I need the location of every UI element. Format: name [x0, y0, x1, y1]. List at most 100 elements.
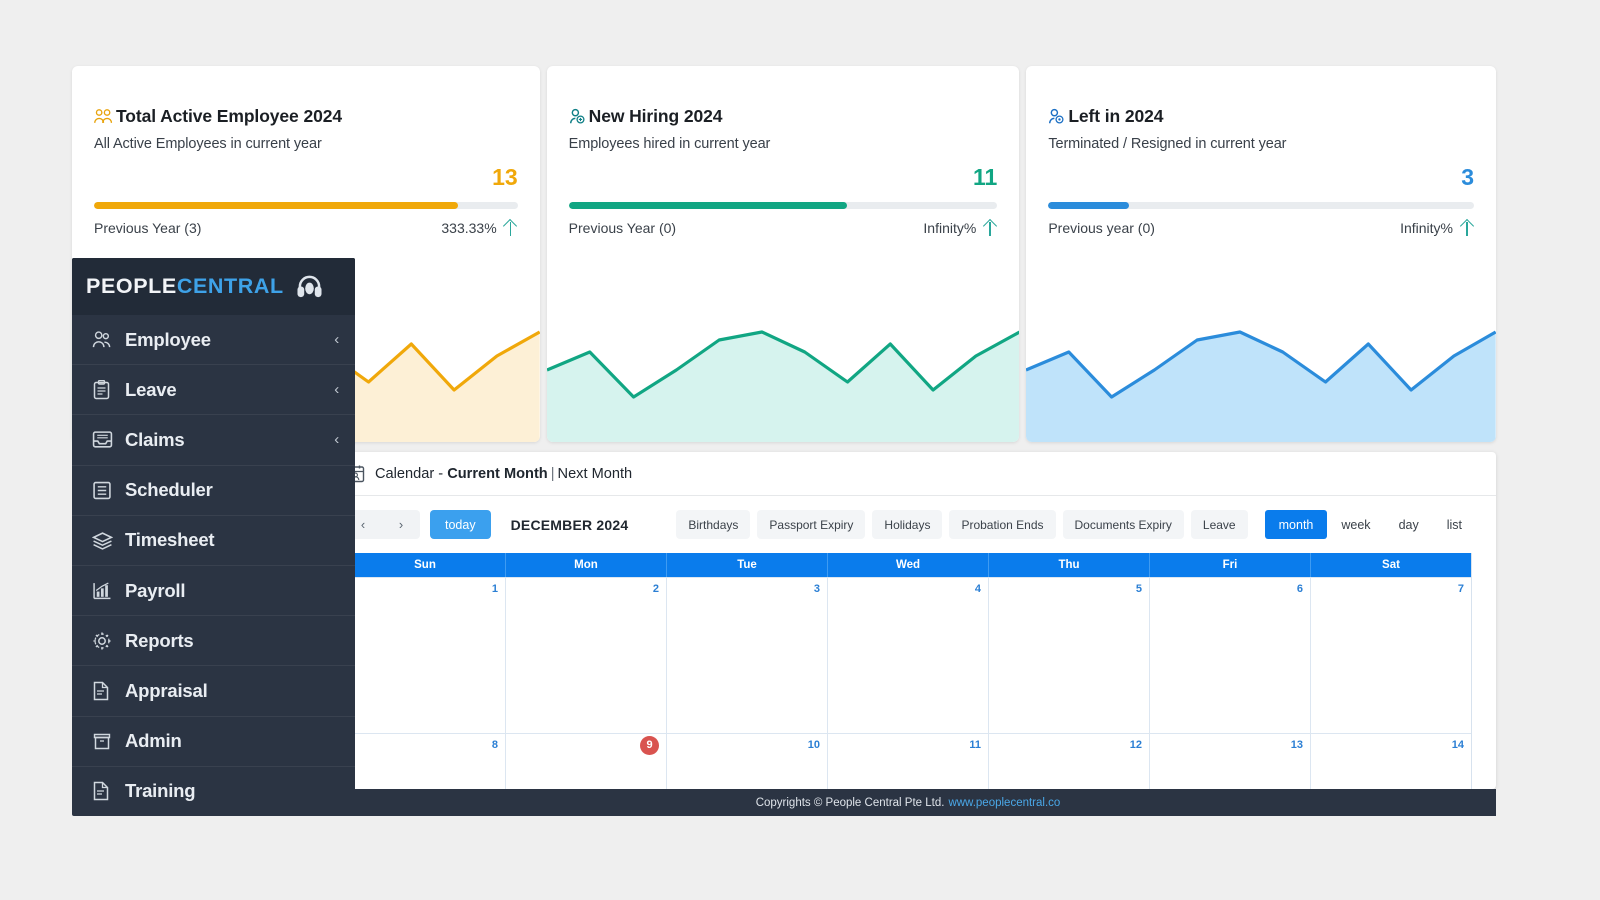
- view-week-button[interactable]: week: [1327, 510, 1385, 539]
- kpi-percent: 333.33%: [441, 220, 497, 236]
- calendar-view-group: month week day list: [1264, 510, 1476, 539]
- kpi-subtitle: Terminated / Resigned in current year: [1048, 136, 1287, 152]
- calendar-day-cell[interactable]: 10: [667, 734, 828, 789]
- sidebar-item-employee[interactable]: Employee ‹: [72, 315, 355, 366]
- brand-logo[interactable]: PEOPLECENTRAL: [72, 258, 355, 315]
- sidebar-item-claims[interactable]: Claims ‹: [72, 415, 355, 466]
- sidebar-item-appraisal[interactable]: Appraisal: [72, 666, 355, 717]
- calendar-panel: Calendar - Current Month | Next Month ‹ › …: [320, 452, 1496, 789]
- day-number: 6: [1296, 583, 1303, 595]
- calendar-day-cell[interactable]: 5: [989, 578, 1150, 733]
- kpi-previous-year: Previous year (0): [1048, 220, 1155, 236]
- day-number: 11: [969, 739, 981, 751]
- calendar-filter-group: Birthdays Passport Expiry Holidays Proba…: [676, 510, 1248, 539]
- inbox-icon: [92, 430, 118, 449]
- filter-documents-expiry[interactable]: Documents Expiry: [1062, 510, 1184, 539]
- day-number: 13: [1290, 739, 1303, 751]
- two-users-icon: [94, 108, 113, 125]
- sidebar-item-admin[interactable]: Admin: [72, 717, 355, 767]
- filter-passport-expiry[interactable]: Passport Expiry: [757, 510, 866, 539]
- view-list-button[interactable]: list: [1432, 510, 1476, 539]
- sidebar-item-label: Admin: [125, 730, 182, 752]
- calendar-nav-group: ‹ ›: [344, 510, 420, 539]
- calendar-day-cell[interactable]: 2: [506, 578, 667, 733]
- user-add-icon: [569, 108, 586, 125]
- kpi-percent: Infinity%: [923, 220, 977, 236]
- list-icon: [92, 481, 118, 500]
- kpi-progress-bar: [1048, 202, 1474, 209]
- sparkline-chart-left: [1026, 292, 1496, 442]
- sidebar-item-leave[interactable]: Leave ‹: [72, 365, 355, 416]
- day-number: 2: [652, 583, 659, 595]
- calendar-day-cell[interactable]: 1: [345, 578, 506, 733]
- filter-leave[interactable]: Leave: [1190, 510, 1248, 539]
- view-month-button[interactable]: month: [1264, 510, 1328, 539]
- calendar-today-button[interactable]: today: [430, 510, 491, 539]
- day-header-thu: Thu: [989, 553, 1150, 577]
- users-icon: [92, 330, 118, 349]
- calendar-day-cell[interactable]: 7: [1311, 578, 1471, 733]
- calendar-current-month-link[interactable]: Current Month: [447, 466, 548, 482]
- kpi-value: 3: [1461, 164, 1474, 190]
- calendar-day-cell[interactable]: 8: [345, 734, 506, 789]
- company-website-link[interactable]: www.peoplecentral.co: [948, 797, 1060, 809]
- calendar-day-cell[interactable]: 12: [989, 734, 1150, 789]
- document-icon: [92, 681, 118, 701]
- user-remove-icon: [1048, 108, 1065, 125]
- sidebar-item-label: Employee: [125, 328, 211, 350]
- sidebar-item-label: Timesheet: [125, 529, 215, 551]
- sidebar-item-label: Reports: [125, 629, 194, 651]
- kpi-card-left-in-year: Left in 2024 Terminated / Resigned in cu…: [1026, 66, 1496, 442]
- calendar-header-separator: |: [550, 465, 555, 482]
- app-root: Total Active Employee 2024 All Active Em…: [0, 0, 1600, 900]
- chevron-left-icon: ‹: [334, 381, 339, 399]
- calendar-month-label: DECEMBER 2024: [510, 516, 629, 533]
- calendar-day-cell-today[interactable]: 9: [506, 734, 667, 789]
- calendar-day-headers: Sun Mon Tue Wed Thu Fri Sat: [345, 553, 1471, 577]
- calendar-next-button[interactable]: ›: [382, 510, 420, 539]
- kpi-card-new-hiring: New Hiring 2024 Employees hired in curre…: [546, 66, 1020, 442]
- view-day-button[interactable]: day: [1384, 510, 1433, 539]
- brand-text-people: PEOPLE: [86, 274, 177, 298]
- kpi-percent-group: Infinity%: [923, 220, 997, 236]
- page-footer: Copyrights © People Central Pte Ltd. www…: [320, 789, 1496, 816]
- calendar-day-cell[interactable]: 3: [667, 578, 828, 733]
- calendar-day-cell[interactable]: 4: [828, 578, 989, 733]
- calendar-day-cell[interactable]: 14: [1311, 734, 1471, 789]
- sidebar-item-scheduler[interactable]: Scheduler: [72, 466, 355, 516]
- kpi-footer: Previous Year (0) Infinity%: [569, 220, 998, 236]
- day-number: 14: [1451, 739, 1464, 751]
- calendar-header-prefix: Calendar -: [375, 465, 448, 482]
- filter-probation-ends[interactable]: Probation Ends: [949, 510, 1056, 539]
- day-header-sat: Sat: [1382, 559, 1400, 571]
- day-header-sun: Sun: [345, 553, 506, 577]
- sidebar-item-training[interactable]: Training: [72, 767, 355, 816]
- day-number: 4: [974, 583, 981, 595]
- filter-holidays[interactable]: Holidays: [872, 510, 943, 539]
- sidebar-item-label: Appraisal: [125, 679, 208, 701]
- filter-birthdays[interactable]: Birthdays: [676, 510, 751, 539]
- chart-icon: [92, 581, 118, 600]
- calendar-day-cell[interactable]: 6: [1150, 578, 1311, 733]
- calendar-day-cell[interactable]: 13: [1150, 734, 1311, 789]
- sidebar-item-label: Claims: [125, 428, 185, 450]
- calendar-day-cell[interactable]: 11: [828, 734, 989, 789]
- brand-text-central: CENTRAL: [176, 274, 284, 298]
- kpi-subtitle: Employees hired in current year: [568, 136, 771, 152]
- sidebar-item-payroll[interactable]: Payroll: [72, 566, 355, 617]
- clipboard-icon: [92, 379, 118, 400]
- day-header-fri: Fri: [1150, 553, 1311, 577]
- kpi-previous-year: Previous Year (0): [568, 220, 677, 236]
- kpi-progress-bar: [568, 202, 998, 209]
- layers-icon: [92, 531, 118, 550]
- calendar-next-month-link[interactable]: Next Month: [558, 466, 633, 482]
- kpi-title: New Hiring 2024: [588, 106, 723, 126]
- sidebar-item-label: Scheduler: [125, 479, 213, 501]
- kpi-previous-year: Previous Year (3): [94, 220, 202, 236]
- sidebar-item-timesheet[interactable]: Timesheet: [72, 516, 355, 566]
- day-number: 8: [491, 739, 498, 751]
- sidebar-item-reports[interactable]: Reports: [72, 616, 355, 667]
- calendar-week-row: 8 9 10 11 12 13 14: [345, 733, 1471, 789]
- kpi-title-row: New Hiring 2024: [569, 106, 998, 127]
- sidebar-item-label: Leave: [125, 378, 177, 400]
